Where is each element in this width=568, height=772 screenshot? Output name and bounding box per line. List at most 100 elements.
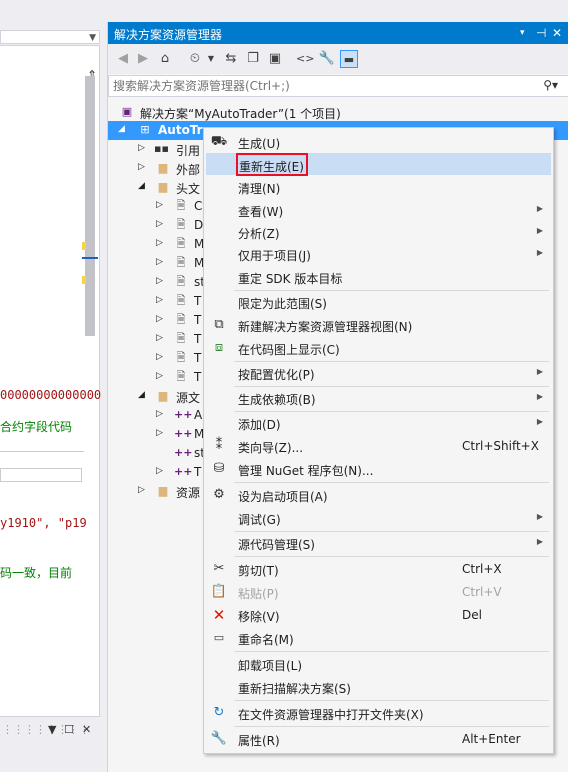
paste-icon: 📋 <box>210 584 228 599</box>
menu-item-view[interactable]: 查看(W) ▶ <box>206 199 551 221</box>
header-file-icon: 🗎 <box>176 256 186 269</box>
folder-open-icon: ▆ <box>158 180 168 193</box>
search-input[interactable] <box>113 78 533 94</box>
submenu-arrow-icon: ▶ <box>536 204 543 213</box>
expand-arrow-icon[interactable]: ▷ <box>156 333 163 343</box>
menu-item-retarget-sdk[interactable]: 重定 SDK 版本目标 <box>206 266 551 288</box>
collapse-all-icon[interactable]: ❐ <box>244 50 262 68</box>
tree-item-solution[interactable]: ▣ 解决方案“MyAutoTrader”(1 个项目) <box>108 103 568 122</box>
menu-item-open-in-file-explorer[interactable]: ↻ 在文件资源管理器中打开文件夹(X) <box>206 702 551 724</box>
forward-icon[interactable]: ▶ <box>134 50 152 68</box>
header-file-icon: 🗎 <box>176 218 186 231</box>
menu-item-properties[interactable]: 🔧 属性(R) Alt+Enter <box>206 728 551 750</box>
preview-selected-icon[interactable]: ▬ <box>340 50 358 68</box>
submenu-arrow-icon: ▶ <box>536 226 543 235</box>
menu-item-clean[interactable]: 清理(N) <box>206 176 551 198</box>
close-icon[interactable]: ✕ <box>82 723 91 736</box>
expand-arrow-icon[interactable]: ▷ <box>156 352 163 362</box>
expand-arrow-icon[interactable]: ▷ <box>156 276 163 286</box>
expand-arrow-icon[interactable]: ▷ <box>138 485 145 495</box>
menu-item-add[interactable]: 添加(D) ▶ <box>206 412 551 434</box>
menu-item-manage-nuget[interactable]: ⛁ 管理 NuGet 程序包(N)... <box>206 458 551 480</box>
menu-item-new-explorer-view[interactable]: ⧉ 新建解决方案资源管理器视图(N) <box>206 314 551 336</box>
collapse-arrow-icon[interactable]: ◢ <box>118 124 125 134</box>
menu-item-paste[interactable]: 📋 粘贴(P) Ctrl+V <box>206 581 551 603</box>
class-wizard-icon: ⁑ <box>215 438 223 453</box>
menu-item-profile-guided-optimization[interactable]: 按配置优化(P) ▶ <box>206 362 551 384</box>
expand-arrow-icon[interactable]: ▷ <box>138 143 145 153</box>
new-view-icon: ⧉ <box>214 317 224 332</box>
cpp-file-icon: ++ <box>174 427 193 440</box>
chevron-down-icon[interactable]: ▾ <box>520 28 525 38</box>
gear-icon: ⚙ <box>213 487 225 502</box>
wrench-icon: 🔧 <box>210 731 228 746</box>
menu-item-class-wizard[interactable]: ⁑ 类向导(Z)... Ctrl+Shift+X <box>206 435 551 457</box>
menu-item-cut[interactable]: ✂ 剪切(T) Ctrl+X <box>206 558 551 580</box>
menu-item-unload-project[interactable]: 卸载项目(L) <box>206 653 551 675</box>
menu-item-rebuild[interactable]: 重新生成(E) <box>206 153 551 176</box>
expand-arrow-icon[interactable]: ▷ <box>156 295 163 305</box>
panel-title: 解决方案资源管理器 <box>114 28 223 42</box>
caret-marker <box>82 257 98 259</box>
expand-arrow-icon[interactable]: ▷ <box>156 219 163 229</box>
cpp-file-icon: ++ <box>174 446 193 459</box>
menu-item-build[interactable]: ⛟ 生成(U) <box>206 131 551 153</box>
change-marker <box>82 242 86 250</box>
pin-icon[interactable]: ⊣ <box>536 26 546 40</box>
collapse-arrow-icon[interactable]: ◢ <box>138 181 145 191</box>
vertical-scrollbar[interactable] <box>85 76 95 336</box>
menu-item-remove[interactable]: ✕ 移除(V) Del <box>206 604 551 626</box>
search-icon[interactable]: ⚲▾ <box>543 78 558 92</box>
menu-item-project-only[interactable]: 仅用于项目(J) ▶ <box>206 243 551 265</box>
expand-arrow-icon[interactable]: ▷ <box>156 200 163 210</box>
menu-item-analyze[interactable]: 分析(Z) ▶ <box>206 221 551 243</box>
expand-arrow-icon[interactable]: ▷ <box>156 466 163 476</box>
close-icon[interactable]: ✕ <box>552 26 562 40</box>
menu-item-scope-to-this[interactable]: 限定为此范围(S) <box>206 291 551 313</box>
expand-arrow-icon[interactable]: ▷ <box>138 162 145 172</box>
header-file-icon: 🗎 <box>176 332 186 345</box>
input-box[interactable] <box>0 468 82 482</box>
menu-item-source-control[interactable]: 源代码管理(S) ▶ <box>206 532 551 554</box>
menu-item-rescan-solution[interactable]: 重新扫描解决方案(S) <box>206 676 551 698</box>
solution-search-box[interactable]: ⚲▾ <box>108 75 568 97</box>
menu-item-show-on-code-map[interactable]: ⧈ 在代码图上显示(C) <box>206 337 551 359</box>
chevron-down-icon[interactable]: ▼ <box>202 50 220 68</box>
chevron-down-icon[interactable]: ▼ <box>48 723 56 736</box>
header-file-icon: 🗎 <box>176 199 186 212</box>
chevron-down-icon[interactable]: ▼ <box>89 33 96 43</box>
expand-arrow-icon[interactable]: ▷ <box>156 428 163 438</box>
view-code-icon[interactable]: <> <box>296 50 314 68</box>
menu-separator <box>234 651 549 652</box>
expand-arrow-icon[interactable]: ▷ <box>156 238 163 248</box>
expand-arrow-icon[interactable]: ▷ <box>156 257 163 267</box>
menu-item-rename[interactable]: ▭ 重命名(M) <box>206 627 551 649</box>
menu-item-debug[interactable]: 调试(G) ▶ <box>206 507 551 529</box>
back-icon[interactable]: ◀ <box>114 50 132 68</box>
home-icon[interactable]: ⌂ <box>156 50 174 68</box>
expand-arrow-icon[interactable]: ▷ <box>156 409 163 419</box>
sync-icon[interactable]: ⇆ <box>222 50 240 68</box>
project-context-menu: ⛟ 生成(U) 重新生成(E) 清理(N) 查看(W) ▶ 分析(Z) ▶ 仅用… <box>203 127 554 754</box>
navigation-bar[interactable] <box>0 30 100 44</box>
menu-separator <box>234 556 549 557</box>
folder-icon: ▆ <box>158 161 168 174</box>
header-file-icon: 🗎 <box>176 351 186 364</box>
cut-icon: ✂ <box>213 561 225 576</box>
menu-item-build-dependencies[interactable]: 生成依赖项(B) ▶ <box>206 387 551 409</box>
folder-open-icon: ▆ <box>158 389 168 402</box>
show-all-files-icon[interactable]: ▣ <box>266 50 284 68</box>
editor-tab-strip: ▼ <box>0 0 100 46</box>
code-line: 码一致，目前 <box>0 566 73 580</box>
expand-arrow-icon[interactable]: ▷ <box>156 314 163 324</box>
expand-arrow-icon[interactable]: ▷ <box>156 371 163 381</box>
menu-item-set-startup-project[interactable]: ⚙ 设为启动项目(A) <box>206 484 551 506</box>
divider <box>0 451 84 452</box>
maximize-icon[interactable]: ☐ <box>64 723 74 736</box>
properties-icon[interactable]: 🔧 <box>318 50 336 68</box>
bottom-panel-header: ⋮⋮⋮⋮⋮⋮⋮⋮ ▼ ☐ ✕ <box>0 716 100 744</box>
solution-explorer-title-bar: 解决方案资源管理器 ▾ ⊣ ✕ <box>108 22 568 44</box>
code-editor[interactable]: ⇕ 00000000000000 合约字段代码 y1910", "p19 码一致… <box>0 46 101 716</box>
visual-studio-window: ▼ ⇕ 00000000000000 合约字段代码 y1910", "p19 码… <box>0 0 568 772</box>
collapse-arrow-icon[interactable]: ◢ <box>138 390 145 400</box>
